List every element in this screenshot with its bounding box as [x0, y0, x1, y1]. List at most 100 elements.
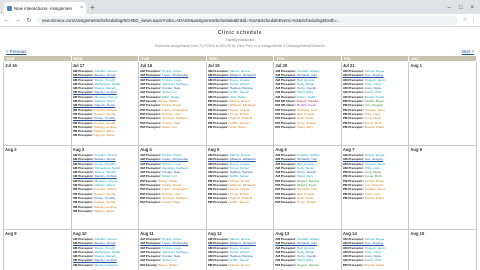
day-cell[interactable]: Aug 7 AM Preceptor: Kimble, Roger AM Prece… — [340, 145, 410, 230]
calendar-body: Jul 16 Jul 17 AM Preceptor: Franklin, Shar… — [3, 61, 477, 270]
day-cell[interactable]: Aug 5 AM Preceptor: Santos, Ernest AM Prec… — [205, 145, 275, 230]
day-cell[interactable]: Aug 13 AM Preceptor: Franklin, Sharon AM P… — [273, 229, 342, 270]
entry-tag: PM Preceptor: — [342, 124, 364, 129]
day-cell[interactable]: Aug 12 AM Preceptor: Santos, Ernest AM Pre… — [205, 229, 275, 270]
schedule-entry[interactable]: PM Preceptor: Shaw, Lori — [140, 125, 205, 129]
previous-link[interactable]: < Previous — [6, 49, 26, 54]
menu-icon[interactable]: ⋮ — [471, 17, 476, 23]
day-cell[interactable]: Aug 4 AM Preceptor: Kimble, Roger AM Prece… — [138, 145, 207, 230]
entry-tag: PM Preceptor: — [72, 208, 94, 213]
minimize-button[interactable]: – — [448, 2, 451, 14]
day-cell[interactable]: Aug 11 AM Preceptor: Kimble, Roger AM Prec… — [138, 229, 207, 270]
entry-name: Ortiz, Helen — [229, 124, 246, 129]
day-cell[interactable]: Jul 16 — [3, 61, 72, 146]
day-cell[interactable]: Aug 10 AM Preceptor: Franklin, Sharon AM P… — [70, 229, 140, 270]
schedule-entry[interactable]: PM Preceptor: Brooks, Frank — [343, 125, 408, 129]
week-row: Aug 9 Aug 10 AM Preceptor: Franklin, Sharo… — [3, 229, 477, 270]
schedule-entry[interactable]: PM Preceptor: Santos, Ernest — [208, 263, 273, 267]
day-number: Jul 17 — [72, 63, 85, 68]
day-number: Aug 9 — [5, 231, 17, 236]
maximize-button[interactable]: □ — [459, 2, 463, 14]
favicon-icon — [7, 5, 12, 11]
day-number: Jul 21 — [342, 63, 355, 68]
day-number: Aug 3 — [72, 147, 85, 152]
entry-name: Rogers, Sandra — [297, 262, 319, 267]
day-cell[interactable]: Aug 6 AM Preceptor: Franklin, Sharon AM Pr… — [273, 145, 342, 230]
day-cell[interactable]: Jul 18 AM Preceptor: Kimble, Roger AM Prec… — [138, 61, 207, 146]
day-number: Aug 1 — [410, 63, 423, 68]
schedule-entry[interactable]: PM Preceptor: Griffin, Steven — [208, 200, 273, 204]
entry-tag: PM Faculty: — [140, 262, 158, 267]
schedule-entry[interactable]: PM Preceptor: Ortiz, Helen — [208, 125, 273, 129]
entry-tag: PM Preceptor: — [140, 200, 162, 205]
day-cell[interactable]: Jul 19 AM Preceptor: Santos, Ernest AM Pre… — [205, 61, 275, 146]
day-cell[interactable]: Aug 1 — [408, 61, 477, 146]
close-window-button[interactable]: × — [470, 2, 474, 14]
back-arrow-icon[interactable]: ← — [4, 17, 10, 23]
entry-name: Shaw, Lori — [161, 124, 177, 129]
entry-name: Griffin, Steven — [229, 200, 250, 205]
day-number: Aug 10 — [72, 231, 87, 236]
entry-tag: PM Preceptor: — [342, 262, 364, 267]
schedule-entry[interactable]: PM Preceptor: Perry, Joseph — [275, 200, 340, 204]
entry-name: Cooper, Dale — [161, 200, 181, 205]
next-link[interactable]: Next > — [461, 49, 474, 54]
day-number: Aug 14 — [342, 231, 357, 236]
week-row: Jul 16 Jul 17 AM Preceptor: Franklin, Shar… — [3, 61, 477, 146]
forward-arrow-icon[interactable]: → — [15, 17, 21, 23]
day-cell[interactable]: Aug 14 AM Preceptor: Kimble, Roger AM Prec… — [340, 229, 410, 270]
day-cell[interactable]: Aug 2 — [3, 145, 72, 230]
entry-tag: PM Preceptor: — [207, 262, 229, 267]
entry-name: Santos, Ernest — [229, 262, 250, 267]
url-field[interactable]: new.nimeox.com/Assignments/Scheduling/SC… — [37, 15, 458, 25]
entry-name: Barber, Walter — [158, 262, 179, 267]
day-number: Jul 18 — [140, 63, 152, 68]
schedule-entry[interactable]: PM Preceptor: Ward, Mary — [275, 125, 340, 129]
entry-tag: PM Preceptor: — [207, 200, 229, 205]
day-number: Aug 7 — [342, 147, 355, 152]
tab-title: New interactions- Assignmen — [14, 5, 73, 11]
new-tab-button[interactable]: + — [90, 2, 95, 14]
schedule-entry[interactable]: PM Preceptor: Rogers, Sandra — [275, 263, 340, 267]
toolbar-icons: ☆ ⋮ — [463, 17, 476, 23]
entry-tag: AM Preceptor: — [72, 262, 94, 267]
tab-close-icon[interactable]: × — [80, 5, 83, 11]
reload-icon[interactable]: ↻ — [26, 17, 32, 24]
day-cell[interactable]: Jul 20 AM Preceptor: Franklin, Sharon AM P… — [273, 61, 342, 146]
day-number: Jul 19 — [207, 63, 220, 68]
day-number: Aug 15 — [410, 231, 425, 236]
schedule-entry[interactable]: PM Preceptor: Watson, Albert — [73, 209, 138, 213]
schedule-entry[interactable]: PM Preceptor: Nguyen, Karen — [73, 133, 138, 137]
schedule-entry[interactable]: PM Faculty: Barber, Walter — [140, 263, 205, 267]
schedule-entry[interactable]: PM Preceptor: Cooper, Dale — [140, 200, 205, 204]
day-number: Aug 5 — [207, 147, 220, 152]
entry-name: Watson, Albert — [94, 208, 115, 213]
entry-name: Perry, Joseph — [297, 200, 316, 205]
day-cell[interactable]: Jul 21 AM Preceptor: Kimble, Roger AM Prec… — [340, 61, 410, 146]
day-cell[interactable]: Jul 17 AM Preceptor: Franklin, Sharon AM P… — [70, 61, 140, 146]
week-row: Aug 2 Aug 3 AM Preceptor: Franklin, Sharon… — [3, 145, 477, 230]
entry-tag: PM Preceptor: — [207, 124, 229, 129]
schedule-entry[interactable]: PM Preceptor: Brooks, Frank — [343, 263, 408, 267]
entry-tag: PM Preceptor: — [140, 124, 162, 129]
page-content: Clinic schedule Family Medicine Schedule… — [0, 30, 480, 270]
calendar-table: SUN MON TUE WED THU FRI SAT Jul 16 Jul 17 AM Pre… — [3, 55, 477, 270]
day-number: Aug 12 — [207, 231, 222, 236]
page-subtitle: Family Medicine — [225, 37, 255, 42]
browser-tab-active[interactable]: New interactions- Assignmen × — [4, 2, 86, 14]
day-number: Aug 4 — [140, 147, 152, 152]
schedule-entry[interactable]: PM Preceptor: Brooks, Frank — [343, 196, 408, 200]
day-cell[interactable]: Aug 8 — [408, 145, 477, 230]
entry-name: Morrison, Donna — [94, 262, 118, 267]
day-number: Aug 13 — [275, 231, 290, 236]
day-cell[interactable]: Aug 9 — [3, 229, 72, 270]
day-cell[interactable]: Aug 3 AM Preceptor: Franklin, Sharon AM Pr… — [70, 145, 140, 230]
entry-tag: PM Preceptor: — [275, 200, 297, 205]
entry-tag: PM Preceptor: — [275, 262, 297, 267]
schedule-entry[interactable]: AM Preceptor: Morrison, Donna — [73, 263, 138, 267]
star-icon[interactable]: ☆ — [463, 17, 467, 23]
day-number: Aug 11 — [140, 231, 154, 236]
entry-tag: PM Preceptor: — [72, 133, 94, 138]
entry-name: Brooks, Frank — [364, 195, 384, 200]
day-cell[interactable]: Aug 15 — [408, 229, 477, 270]
